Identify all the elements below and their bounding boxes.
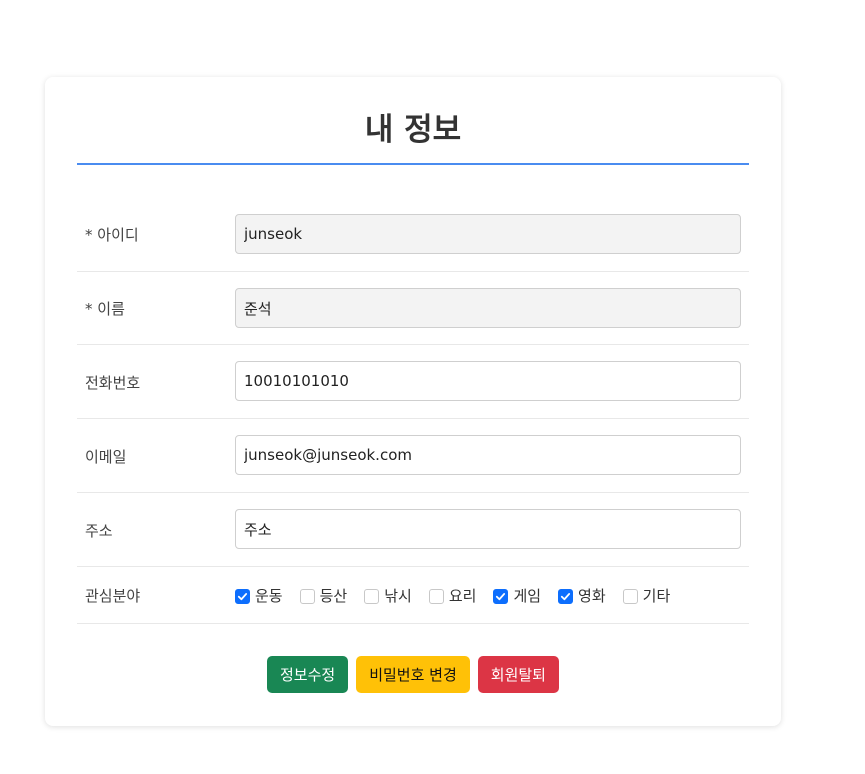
interest-option-hiking[interactable]: 등산 — [299, 586, 348, 606]
interest-label-other: 기타 — [642, 587, 671, 605]
form-row-name: * 이름 — [77, 272, 749, 345]
page-title: 내 정보 — [364, 112, 462, 148]
interest-checkbox-movie[interactable] — [558, 588, 574, 604]
form-row-interests: 관심분야 운동 등산 낚시 요리 게임 영화 기타 — [77, 567, 749, 624]
field-label-address: 주소 — [85, 522, 113, 540]
interest-label-movie: 영화 — [578, 587, 606, 605]
email-input[interactable] — [235, 435, 741, 475]
interest-option-other[interactable]: 기타 — [622, 586, 671, 606]
interest-option-cooking[interactable]: 요리 — [428, 586, 477, 606]
form-row-email: 이메일 — [77, 419, 749, 493]
check-icon — [560, 592, 571, 600]
interest-checkbox-other[interactable] — [622, 588, 638, 604]
form-row-id: * 아이디 — [77, 202, 749, 272]
interest-checkbox-cooking[interactable] — [428, 588, 444, 604]
interest-option-fishing[interactable]: 낚시 — [364, 586, 412, 606]
interest-checkbox-exercise[interactable] — [235, 588, 250, 604]
action-buttons: 정보수정 비밀번호 변경 회원탈퇴 — [45, 656, 781, 693]
interest-checkbox-hiking[interactable] — [299, 588, 315, 604]
interest-label-cooking: 요리 — [448, 587, 477, 605]
withdraw-button[interactable]: 회원탈퇴 — [477, 656, 559, 693]
form-row-phone: 전화번호 — [77, 345, 749, 419]
edit-info-button[interactable]: 정보수정 — [267, 656, 349, 693]
change-password-button[interactable]: 비밀번호 변경 — [356, 656, 470, 693]
check-icon — [496, 592, 506, 600]
address-input[interactable] — [235, 509, 741, 549]
interest-option-exercise[interactable]: 운동 — [235, 586, 283, 606]
check-icon — [237, 592, 248, 600]
interest-label-hiking: 등산 — [319, 587, 348, 605]
interest-option-movie[interactable]: 영화 — [558, 586, 606, 606]
interest-label-fishing: 낚시 — [384, 587, 412, 605]
title-divider — [77, 163, 749, 165]
field-label-id: * 아이디 — [85, 226, 139, 244]
interest-checkbox-fishing[interactable] — [364, 588, 380, 604]
interest-label-game: 게임 — [513, 587, 542, 605]
my-info-card: 내 정보 * 아이디 * 이름 전화번호 이메일 주소 관심분야 운동 — [45, 77, 781, 726]
field-label-phone: 전화번호 — [85, 374, 141, 392]
field-label-interests: 관심분야 — [85, 587, 141, 605]
name-input[interactable] — [235, 288, 741, 328]
field-label-name: * 이름 — [85, 300, 125, 318]
field-label-email: 이메일 — [85, 448, 127, 466]
interest-checkbox-game[interactable] — [493, 588, 509, 604]
interest-option-game[interactable]: 게임 — [493, 586, 541, 606]
interests-checkbox-group: 운동 등산 낚시 요리 게임 영화 기타 — [235, 586, 687, 606]
form-row-address: 주소 — [77, 493, 749, 567]
interest-label-exercise: 운동 — [255, 587, 283, 605]
phone-input[interactable] — [235, 361, 741, 401]
id-input[interactable] — [235, 214, 741, 254]
